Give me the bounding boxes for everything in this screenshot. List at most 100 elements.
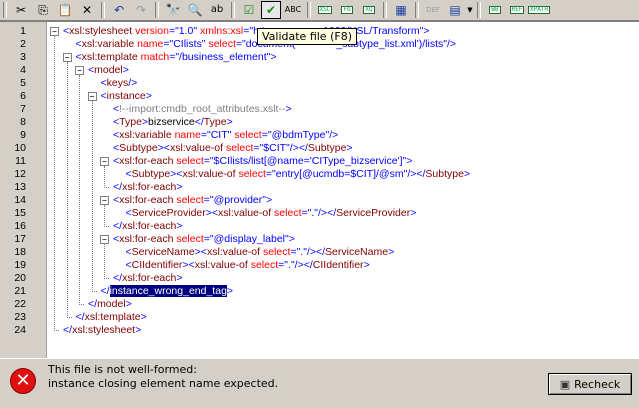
copy-icon[interactable]: ⎘ bbox=[33, 1, 53, 19]
code-token: xsl:for-each bbox=[119, 233, 174, 245]
toolbar-dropdown-icon[interactable]: ▼ bbox=[466, 2, 474, 18]
redo-icon[interactable]: ↷ bbox=[131, 1, 151, 19]
fold-guide-end bbox=[104, 226, 109, 227]
xsl-fo-icon[interactable]: FO bbox=[337, 1, 357, 19]
code-token: model bbox=[94, 64, 123, 76]
toolbar-separator bbox=[477, 2, 481, 18]
xsl-transform-icon[interactable]: XSL bbox=[315, 1, 335, 19]
code-token: xsl:variable bbox=[119, 129, 172, 141]
code-token: xmlns:xsl bbox=[197, 25, 244, 37]
code-token: Subtype bbox=[307, 142, 347, 154]
wb-label: WB bbox=[489, 6, 501, 14]
def-icon[interactable]: DEF bbox=[423, 1, 443, 19]
fold-toggle-icon[interactable]: − bbox=[100, 196, 109, 205]
code-text: <Subtype><xsl:value-of select="entry[@uc… bbox=[126, 168, 471, 181]
delete-icon[interactable]: ✕ bbox=[77, 1, 97, 19]
code-token: keys bbox=[106, 77, 129, 89]
code-token: select bbox=[173, 233, 204, 245]
recheck-button[interactable]: ▣ Recheck bbox=[548, 373, 632, 395]
code-text: <Type>bizservice</Type> bbox=[113, 116, 233, 129]
code-token: !--import:cmdb_root_attributes.xslt-- bbox=[119, 103, 286, 115]
code-token: version bbox=[132, 25, 169, 37]
code-token: xsl:variable bbox=[81, 38, 135, 50]
code-text: </xsl:stylesheet> bbox=[63, 324, 141, 337]
code-token: Type bbox=[119, 116, 142, 128]
code-token: "CIT" bbox=[207, 129, 232, 141]
code-token: xsl:stylesheet bbox=[72, 324, 136, 336]
spellcheck-icon[interactable]: ABC bbox=[283, 1, 303, 19]
validate-icon[interactable]: ✔ bbox=[261, 1, 281, 19]
fold-toggle-icon[interactable]: − bbox=[100, 235, 109, 244]
browser-icon[interactable]: ▤ bbox=[445, 1, 465, 19]
code-text: <xsl:for-each select="@display_label"> bbox=[113, 233, 295, 246]
code-token: xsl:value-of bbox=[206, 246, 261, 258]
line-number: 20 bbox=[14, 272, 26, 284]
code-token: xsl:for-each bbox=[122, 181, 177, 193]
main-toolbar: ✂ ⎘ 📋 ✕ ↶ ↷ 🔭 🔍 ab ☑ ✔ ABC XSL FO XQ ▦ D… bbox=[0, 0, 639, 21]
undo-icon[interactable]: ↶ bbox=[109, 1, 129, 19]
line-number: 4 bbox=[20, 64, 26, 76]
code-token: "1.0" bbox=[175, 25, 198, 37]
code-token: Type bbox=[203, 116, 227, 128]
code-token: ServiceProvider bbox=[336, 207, 411, 219]
code-text: </xsl:for-each> bbox=[113, 181, 182, 194]
fold-toggle-icon[interactable]: − bbox=[75, 66, 84, 75]
code-token: > bbox=[265, 194, 273, 206]
code-token: select bbox=[247, 259, 279, 271]
line-number: 19 bbox=[14, 259, 26, 271]
code-token: > bbox=[176, 272, 183, 284]
code-token: "." bbox=[296, 246, 307, 258]
find-icon[interactable]: 🔭 bbox=[163, 1, 183, 19]
code-text: <xsl:for-each select="$CIlists/list[@nam… bbox=[113, 155, 412, 168]
find-next-icon[interactable]: 🔍 bbox=[185, 1, 205, 19]
webdav-icon[interactable]: WB bbox=[485, 1, 505, 19]
validation-message-panel: ✕ This file is not well-formed: instance… bbox=[0, 358, 639, 408]
fold-guide-line bbox=[104, 166, 105, 188]
code-token: xsl:value-of bbox=[169, 142, 224, 154]
code-token: xsl:for-each bbox=[119, 194, 174, 206]
code-token: "/business_element" bbox=[175, 51, 271, 63]
line-number: 17 bbox=[14, 233, 26, 245]
fold-toggle-icon[interactable]: − bbox=[100, 157, 109, 166]
toolbar-separator bbox=[383, 2, 387, 18]
code-token: > bbox=[145, 90, 152, 102]
fold-guide-line bbox=[66, 62, 68, 318]
code-token: > bbox=[176, 181, 183, 193]
replace-icon[interactable]: ab bbox=[207, 1, 227, 19]
xquery-icon[interactable]: XQ bbox=[359, 1, 379, 19]
code-token: "entry[@ucmdb=$CIT]/@sm" bbox=[272, 168, 408, 180]
code-token: xsl:for-each bbox=[122, 220, 177, 232]
check-wellformed-icon[interactable]: ☑ bbox=[239, 1, 259, 19]
code-text: <xsl:variable name="CIT" select="@bdmTyp… bbox=[113, 129, 338, 142]
xpath-icon[interactable]: XPATH bbox=[527, 1, 551, 19]
code-editor[interactable]: 1 <xsl:stylesheet version="1.0" xmlns:xsl… bbox=[0, 21, 639, 358]
code-token: name bbox=[171, 129, 201, 141]
ref-label: REF bbox=[509, 6, 525, 14]
code-token: xsl:for-each bbox=[122, 272, 177, 284]
code-token: select bbox=[173, 155, 204, 167]
code-token: "." bbox=[307, 207, 319, 219]
code-token: xsl:for-each bbox=[119, 155, 174, 167]
ref-icon[interactable]: REF bbox=[507, 1, 527, 19]
fold-guide-line bbox=[104, 205, 105, 227]
fold-toggle-icon[interactable]: − bbox=[62, 53, 72, 62]
code-token: /></ bbox=[306, 246, 326, 258]
fold-toggle-icon[interactable]: − bbox=[50, 27, 59, 36]
code-token: > bbox=[288, 233, 295, 245]
code-token: Subtype bbox=[131, 168, 171, 180]
xq-label: XQ bbox=[363, 6, 375, 14]
code-text: <ServiceName><xsl:value-of select="."/><… bbox=[126, 246, 395, 259]
code-token: xsl:value-of bbox=[182, 168, 236, 180]
line-number: 2 bbox=[20, 38, 26, 50]
code-token: > bbox=[410, 207, 417, 219]
code-text: <instance> bbox=[101, 90, 152, 103]
cut-icon[interactable]: ✂ bbox=[11, 1, 31, 19]
fold-toggle-icon[interactable]: − bbox=[87, 92, 97, 101]
code-token: </ bbox=[75, 311, 85, 323]
grid-view-icon[interactable]: ▦ bbox=[391, 1, 411, 19]
code-token: "." bbox=[284, 259, 295, 271]
line-number: 10 bbox=[14, 142, 26, 154]
paste-icon[interactable]: 📋 bbox=[55, 1, 75, 19]
code-token: > bbox=[140, 311, 147, 323]
line-number: 18 bbox=[14, 246, 26, 258]
